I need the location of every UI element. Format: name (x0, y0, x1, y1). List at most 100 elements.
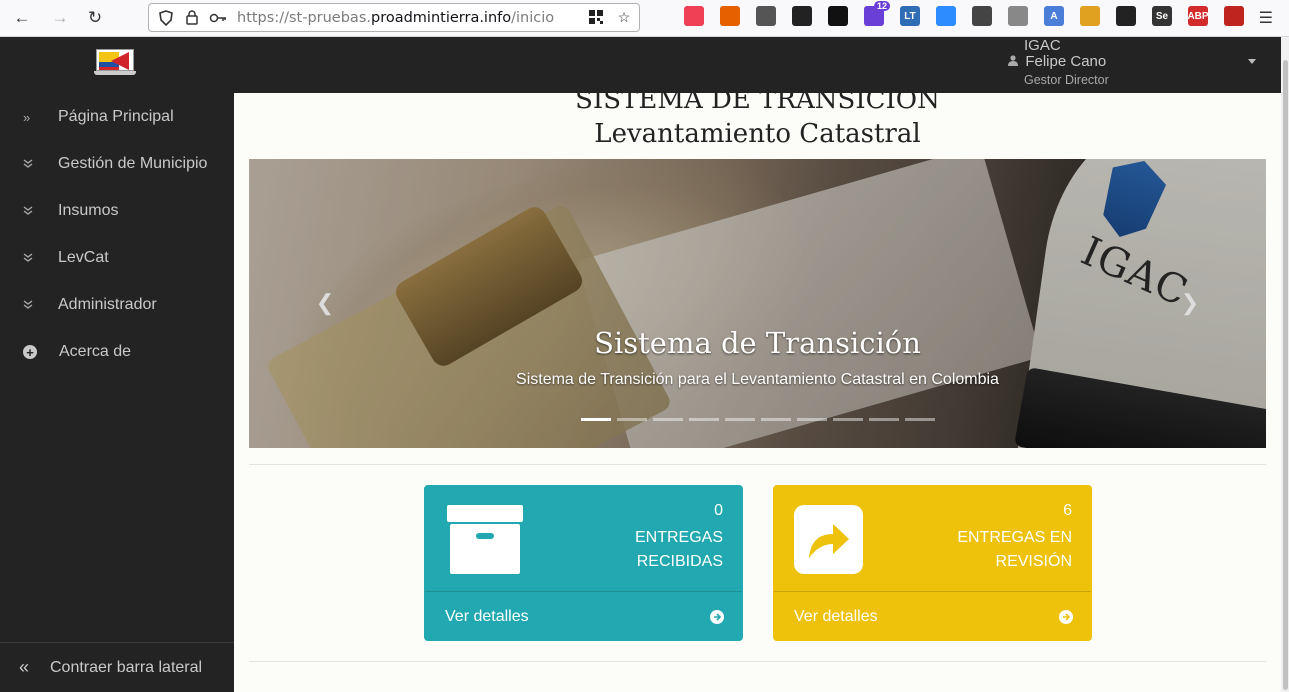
carousel-indicator[interactable] (797, 418, 827, 421)
ext-icon-d[interactable]: 12 (864, 1, 890, 26)
sidebar-item-pagina-principal[interactable]: » Página Principal (0, 97, 234, 137)
zoom-icon[interactable] (936, 6, 956, 26)
carousel-indicators (581, 418, 935, 421)
panel-header: 0 ENTREGAS RECIBIDAS (425, 486, 742, 591)
arrow-circle-right-icon (1059, 610, 1073, 624)
url-prefix: https://st-pruebas. (237, 9, 371, 26)
url-domain: proadmintierra.info (370, 9, 512, 26)
ext-icon-i[interactable] (1116, 6, 1136, 26)
carousel-indicator[interactable] (689, 418, 719, 421)
carousel-next-icon[interactable]: ❯ (1178, 290, 1202, 315)
panel-link-label: Ver detalles (794, 608, 878, 625)
user-name: Felipe Cano (1025, 53, 1107, 70)
user-icon (1008, 55, 1021, 69)
archive-box-icon (447, 505, 523, 575)
sidebar-item-insumos[interactable]: Insumos (0, 191, 234, 231)
carousel-indicator[interactable] (869, 418, 899, 421)
page-subtitle: Levantamiento Catastral (594, 119, 921, 149)
ext-icon-g[interactable] (1008, 6, 1028, 26)
carousel-indicator[interactable] (725, 418, 755, 421)
url-bar[interactable]: https://st-pruebas.proadmintierra.info/i… (148, 3, 640, 32)
carousel-indicator[interactable] (833, 418, 863, 421)
sidebar-item-levcat[interactable]: LevCat (0, 238, 234, 278)
pocket-icon[interactable] (684, 6, 704, 26)
plus-circle-icon: + (23, 345, 37, 360)
user-name-row: Felipe Cano (1008, 53, 1106, 70)
translate-icon[interactable]: A (1044, 6, 1064, 26)
browser-toolbar: ← → ↻ https://st-pruebas.proadmintierra.… (0, 0, 1289, 37)
chevron-down-icon[interactable] (1248, 59, 1256, 64)
panel-label: ENTREGAS RECIBIDAS (563, 526, 723, 574)
reload-icon[interactable]: ↻ (82, 5, 108, 31)
sidebar-item-gestion-de-municipio[interactable]: Gestión de Municipio (0, 144, 234, 184)
user-organization: IGAC (1024, 37, 1061, 54)
sidebar-item-label: Insumos (58, 202, 119, 219)
divider (249, 661, 1266, 662)
panel-count: 0 (714, 502, 723, 519)
bookmark-star-icon[interactable]: ☆ (615, 8, 633, 26)
user-role: Gestor Director (1024, 73, 1109, 87)
hamburger-menu-icon[interactable]: ☰ (1259, 8, 1273, 28)
extension-badge: 12 (873, 1, 890, 11)
panel-entregas-en-revision: 6 ENTREGAS EN REVISIÓN Ver detalles (773, 485, 1092, 641)
panel-count: 6 (1063, 502, 1072, 519)
selenium-icon[interactable]: Se (1152, 6, 1172, 26)
sidebar-item-acerca-de[interactable]: + Acerca de (0, 332, 234, 372)
forward-icon[interactable]: → (47, 5, 73, 31)
hero-carousel[interactable]: IGAC ❮ ❯ Sistema de Transición Sistema d… (249, 159, 1266, 448)
carousel-indicator[interactable] (653, 418, 683, 421)
panel-label-line: REVISIÓN (995, 553, 1072, 570)
carousel-prev-icon[interactable]: ❮ (313, 290, 337, 315)
sidebar-item-label: Acerca de (59, 343, 132, 360)
ext-icon-e[interactable]: LT (900, 6, 920, 26)
ext-icon-a[interactable] (756, 6, 776, 26)
collapse-sidebar-label: Contraer barra lateral (50, 658, 203, 676)
extensions-toolbar: 12 LT A Se ABP (684, 1, 1244, 26)
carousel-caption-title: Sistema de Transición (594, 326, 921, 360)
carousel-indicator[interactable] (761, 418, 791, 421)
panel-label-line: ENTREGAS EN (957, 529, 1072, 546)
app-logo[interactable] (94, 49, 136, 75)
panel-entregas-recibidas: 0 ENTREGAS RECIBIDAS Ver detalles (424, 485, 743, 641)
page-title: SISTEMA DE TRANSICIÓN (575, 93, 940, 115)
shield-icon[interactable] (157, 9, 175, 27)
double-chevron-down-icon (0, 159, 58, 169)
arrow-circle-right-icon (710, 610, 724, 624)
ext-icon-f[interactable] (972, 6, 992, 26)
ver-detalles-link[interactable]: Ver detalles (425, 591, 742, 640)
key-icon[interactable] (209, 9, 227, 27)
double-chevron-right-icon: » (23, 109, 31, 125)
share-arrow-icon (794, 505, 863, 574)
panel-label: ENTREGAS EN REVISIÓN (912, 526, 1072, 574)
url-text[interactable]: https://st-pruebas.proadmintierra.info/i… (237, 10, 554, 26)
url-path: /inicio (511, 9, 555, 26)
panel-label-line: RECIBIDAS (636, 553, 723, 570)
carousel-indicator[interactable] (581, 418, 611, 421)
app-header: IGAC Felipe Cano Gestor Director (0, 37, 1281, 93)
ext-icon-h[interactable] (1080, 6, 1100, 26)
panel-label-line: ENTREGAS (634, 529, 723, 546)
sidebar-item-label: Administrador (58, 296, 157, 313)
carousel-caption-text: Sistema de Transición para el Levantamie… (516, 371, 999, 388)
qr-code-icon[interactable] (587, 8, 605, 26)
lock-icon[interactable] (183, 9, 201, 27)
scrollbar-thumb[interactable] (1283, 60, 1288, 690)
sidebar-item-administrador[interactable]: Administrador (0, 285, 234, 325)
panel-header: 6 ENTREGAS EN REVISIÓN (774, 486, 1091, 591)
download-icon[interactable] (720, 6, 740, 26)
sidebar-item-label: LevCat (58, 249, 109, 266)
ext-icon-c[interactable] (828, 6, 848, 26)
double-chevron-down-icon (0, 206, 58, 216)
ext-icon-j[interactable] (1224, 6, 1244, 26)
sidebar: » Página Principal Gestión de Municipio … (0, 93, 234, 692)
carousel-indicator[interactable] (905, 418, 935, 421)
ext-icon-b[interactable] (792, 6, 812, 26)
sidebar-item-label: Página Principal (58, 108, 174, 125)
ver-detalles-link[interactable]: Ver detalles (774, 591, 1091, 640)
carousel-indicator[interactable] (617, 418, 647, 421)
back-icon[interactable]: ← (9, 5, 35, 31)
double-chevron-down-icon (0, 300, 58, 310)
collapse-sidebar-button[interactable]: « Contraer barra lateral (0, 642, 234, 692)
adblock-icon[interactable]: ABP (1187, 6, 1209, 26)
panel-link-label: Ver detalles (445, 608, 529, 625)
